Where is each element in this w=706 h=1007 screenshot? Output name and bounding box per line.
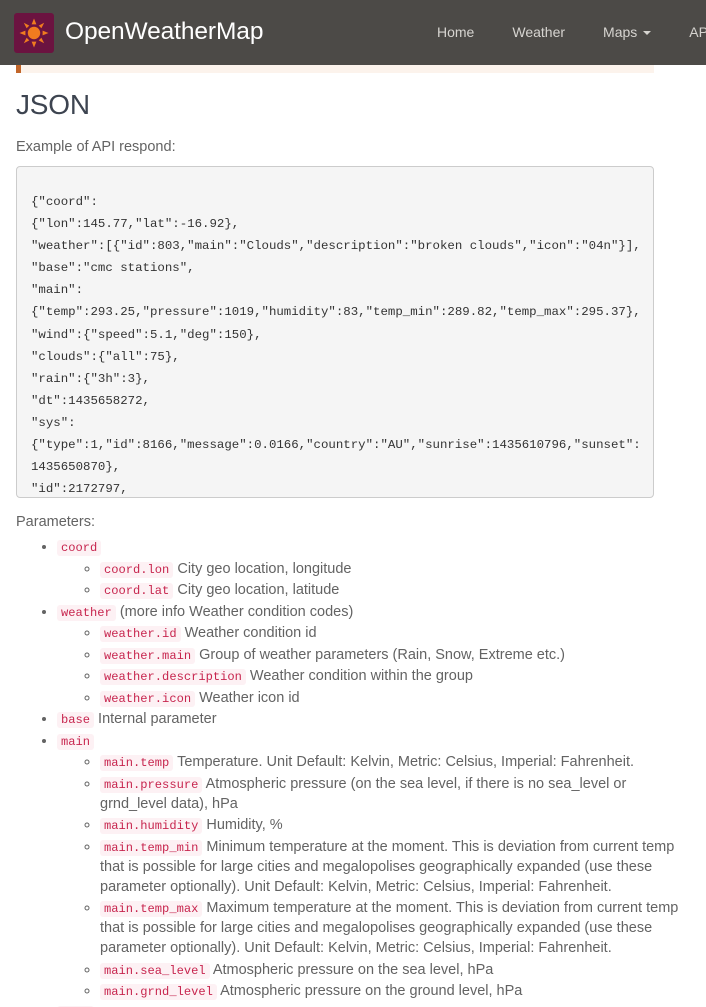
- parameter-sublist: main.temp Temperature. Unit Default: Kel…: [57, 752, 690, 1001]
- parameter-description: Weather icon id: [195, 689, 300, 706]
- parameter-item: main main.temp Temperature. Unit Default:…: [57, 731, 690, 1002]
- brand-title: OpenWeatherMap: [65, 18, 264, 46]
- nav-item-weather[interactable]: Weather: [493, 0, 584, 65]
- sun-icon: [14, 12, 54, 53]
- parameter-description: Atmospheric pressure on the sea level, h…: [209, 961, 494, 978]
- parameter-description: Humidity, %: [202, 817, 283, 834]
- example-caption: Example of API respond:: [16, 138, 176, 155]
- parameter-token: weather: [57, 604, 116, 621]
- parameter-sub-item: weather.icon Weather icon id: [100, 688, 690, 708]
- parameter-token: coord.lat: [100, 583, 174, 600]
- chevron-down-icon: [643, 30, 652, 35]
- parameter-description: City geo location, longitude: [173, 560, 352, 577]
- parameter-token: main.grnd_level: [100, 984, 217, 1001]
- nav-item-maps-label: Maps: [603, 24, 638, 40]
- parameter-sub-item: coord.lat City geo location, latitude: [100, 580, 690, 600]
- parameter-sublist: coord.lon City geo location, longitudeco…: [57, 559, 690, 601]
- parameter-token: coord.lon: [100, 561, 174, 578]
- parameters-caption: Parameters:: [16, 514, 95, 531]
- top-navbar: OpenWeatherMap Home Weather Maps API: [0, 0, 706, 65]
- parameter-sub-item: weather.id Weather condition id: [100, 623, 690, 643]
- parameter-item: base Internal parameter: [57, 709, 690, 729]
- parameter-sub-item: main.humidity Humidity, %: [100, 815, 690, 835]
- parameter-sub-item: coord.lon City geo location, longitude: [100, 559, 690, 579]
- parameter-token: main.humidity: [100, 818, 203, 835]
- parameter-sublist: weather.id Weather condition idweather.m…: [57, 623, 690, 708]
- parameter-sub-item: main.grnd_level Atmospheric pressure on …: [100, 981, 690, 1001]
- parameter-token: main.sea_level: [100, 962, 210, 979]
- parameter-description: Weather condition within the group: [245, 668, 473, 685]
- parameter-description: Group of weather parameters (Rain, Snow,…: [195, 646, 565, 663]
- nav-item-api-label: API: [689, 24, 706, 40]
- page-title: JSON: [16, 89, 90, 120]
- parameter-sub-item: main.pressure Atmospheric pressure (on t…: [100, 774, 690, 814]
- nav-item-home-label: Home: [437, 24, 475, 40]
- nav-item-api[interactable]: API: [670, 0, 706, 65]
- parameter-token: main.pressure: [100, 776, 203, 793]
- parameter-token: main.temp: [100, 755, 174, 772]
- parameter-sub-item: weather.description Weather condition wi…: [100, 666, 690, 686]
- parameter-sub-item: main.temp_max Maximum temperature at the…: [100, 898, 690, 958]
- parameter-item: weather (more info Weather condition cod…: [57, 602, 690, 708]
- parameter-sub-item: main.sea_level Atmospheric pressure on t…: [100, 960, 690, 980]
- parameter-token: weather.description: [100, 669, 246, 686]
- parameter-token: coord: [57, 540, 102, 557]
- parameter-description: Atmospheric pressure on the ground level…: [216, 983, 523, 1000]
- nav-item-home[interactable]: Home: [418, 0, 493, 65]
- brand-link[interactable]: OpenWeatherMap: [14, 12, 264, 53]
- parameter-token: main: [57, 733, 95, 750]
- parameter-token: main.temp_max: [100, 901, 203, 918]
- notice-banner: [16, 65, 654, 73]
- parameter-description: City geo location, latitude: [173, 582, 340, 599]
- parameter-item: windwind.speed Wind speed. Unit Default:…: [57, 1003, 690, 1007]
- parameter-item: coord coord.lon City geo location, longit…: [57, 537, 690, 600]
- nav-item-weather-label: Weather: [512, 24, 566, 40]
- parameter-token: main.temp_min: [100, 839, 203, 856]
- primary-nav: Home Weather Maps API: [418, 0, 706, 65]
- parameter-token: weather.id: [100, 626, 181, 643]
- parameters-list: coord coord.lon City geo location, longit…: [16, 537, 690, 1007]
- page-content: JSON Example of API respond: {"coord": {…: [0, 89, 706, 1007]
- parameter-sub-item: main.temp Temperature. Unit Default: Kel…: [100, 752, 690, 772]
- json-example-code: {"coord": {"lon":145.77,"lat":-16.92}, "…: [16, 166, 654, 499]
- parameter-description: (more info Weather condition codes): [115, 603, 354, 620]
- parameter-description: Weather condition id: [180, 625, 317, 642]
- parameter-token: weather.main: [100, 647, 196, 664]
- parameter-sub-item: main.temp_min Minimum temperature at the…: [100, 837, 690, 897]
- parameter-sub-item: weather.main Group of weather parameters…: [100, 645, 690, 665]
- parameter-description: Internal parameter: [94, 711, 217, 728]
- parameter-token: base: [57, 712, 95, 729]
- nav-item-maps[interactable]: Maps: [584, 0, 670, 65]
- parameter-token: weather.icon: [100, 690, 196, 707]
- parameter-description: Temperature. Unit Default: Kelvin, Metri…: [173, 754, 635, 771]
